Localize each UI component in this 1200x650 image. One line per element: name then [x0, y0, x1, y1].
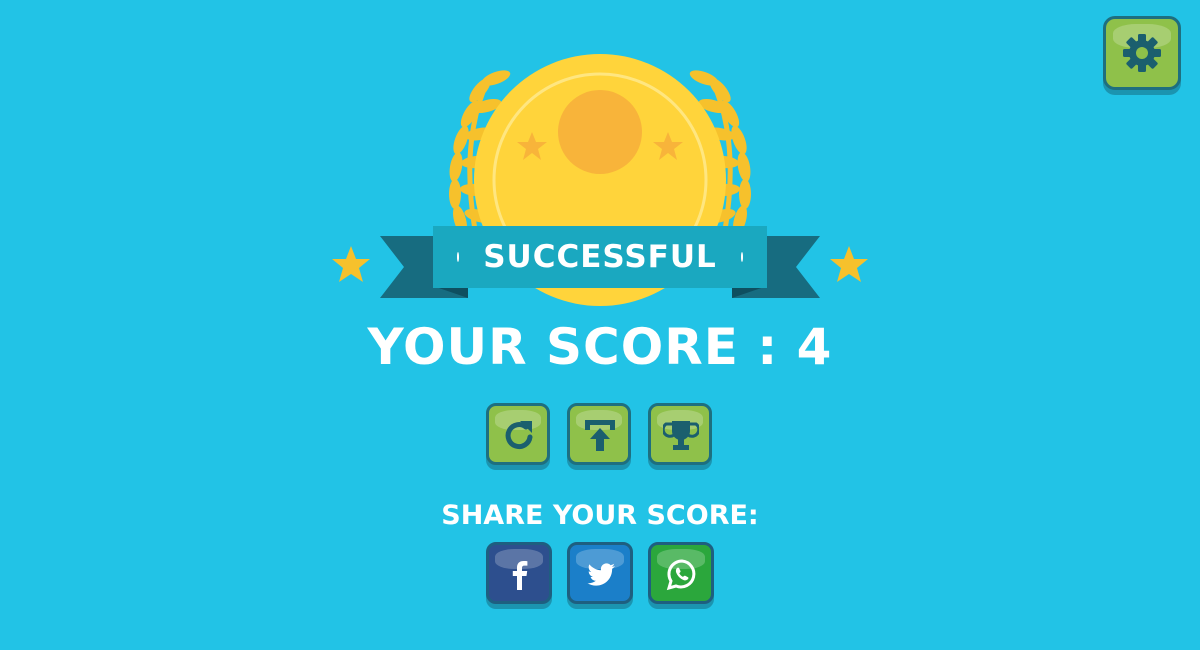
result-title: SUCCESSFUL — [483, 239, 717, 275]
twitter-icon — [587, 563, 615, 586]
result-banner: SUCCESSFUL — [433, 226, 767, 288]
replay-icon — [505, 421, 533, 450]
banner-dot — [740, 252, 743, 262]
star-left-icon — [332, 246, 370, 282]
upload-button[interactable] — [567, 403, 631, 465]
whatsapp-icon — [666, 559, 696, 591]
replay-button[interactable] — [486, 403, 550, 465]
score-text: YOUR SCORE : 4 — [367, 318, 833, 376]
banner-dot — [457, 252, 460, 262]
twitter-share-button[interactable] — [567, 542, 633, 604]
trophy-icon — [663, 421, 699, 450]
upload-icon — [585, 420, 615, 451]
leaderboard-button[interactable] — [648, 403, 712, 465]
facebook-icon — [512, 561, 528, 590]
facebook-share-button[interactable] — [486, 542, 552, 604]
share-label: SHARE YOUR SCORE: — [441, 500, 759, 531]
star-right-icon — [830, 246, 868, 282]
whatsapp-share-button[interactable] — [648, 542, 714, 604]
gear-icon — [1123, 34, 1161, 72]
settings-button[interactable] — [1103, 16, 1181, 90]
